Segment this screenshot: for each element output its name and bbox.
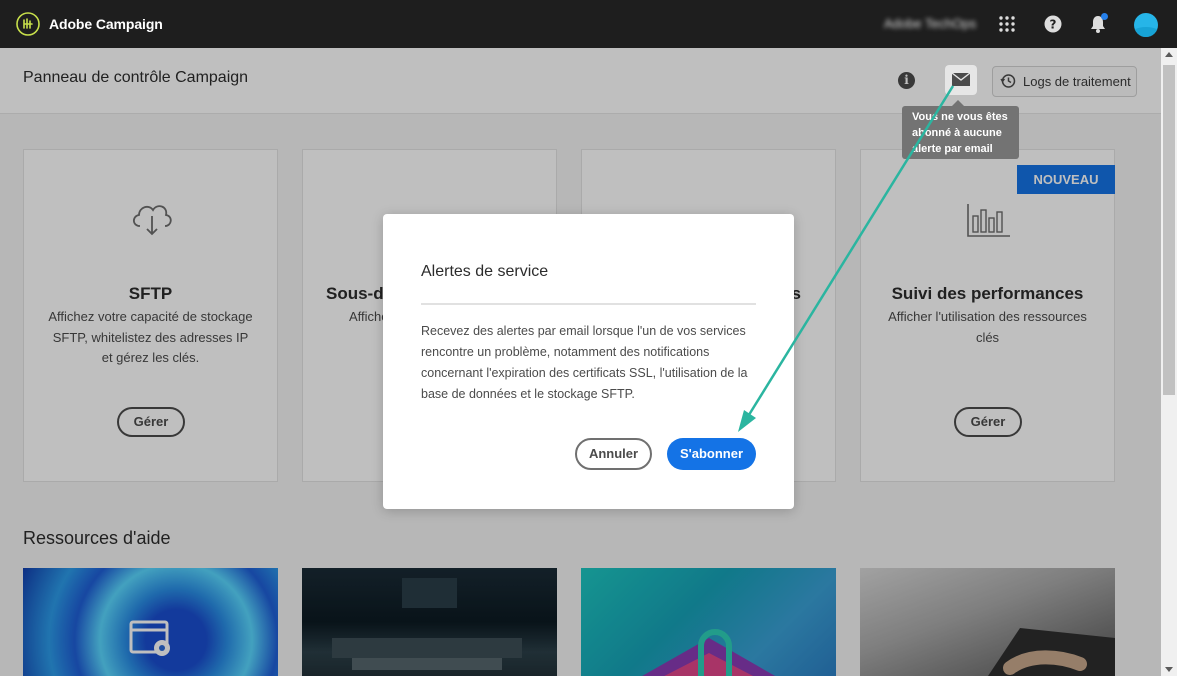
dialog-title: Alertes de service [421,263,549,280]
scroll-down-arrow-icon[interactable] [1165,667,1173,672]
dialog-body: Recevez des alertes par email lorsque l'… [421,324,748,401]
org-switcher[interactable]: Adobe TechOps [884,16,976,31]
app-name[interactable]: Adobe Campaign [49,16,163,32]
mail-icon [951,72,971,86]
help-icon[interactable]: ? [1043,14,1063,34]
apps-grid-icon[interactable] [997,14,1017,34]
adobe-campaign-logo-icon[interactable] [16,12,40,36]
email-alerts-button[interactable] [945,65,977,95]
email-alert-tooltip: Vous ne vous êtes abonné à aucune alerte… [902,100,1019,159]
service-alerts-dialog: Alertes de service Recevez des alertes p… [383,214,794,509]
svg-text:?: ? [1050,18,1057,32]
notification-dot [1101,13,1108,20]
cancel-button[interactable]: Annuler [575,438,652,470]
avatar[interactable] [1134,13,1158,37]
dialog-divider [421,303,756,305]
scrollbar-thumb[interactable] [1163,65,1175,395]
top-bar: Adobe Campaign Adobe TechOps ? [0,0,1177,48]
scroll-up-arrow-icon[interactable] [1165,52,1173,57]
subscribe-button[interactable]: S'abonner [667,438,756,470]
scrollbar[interactable] [1161,48,1177,676]
